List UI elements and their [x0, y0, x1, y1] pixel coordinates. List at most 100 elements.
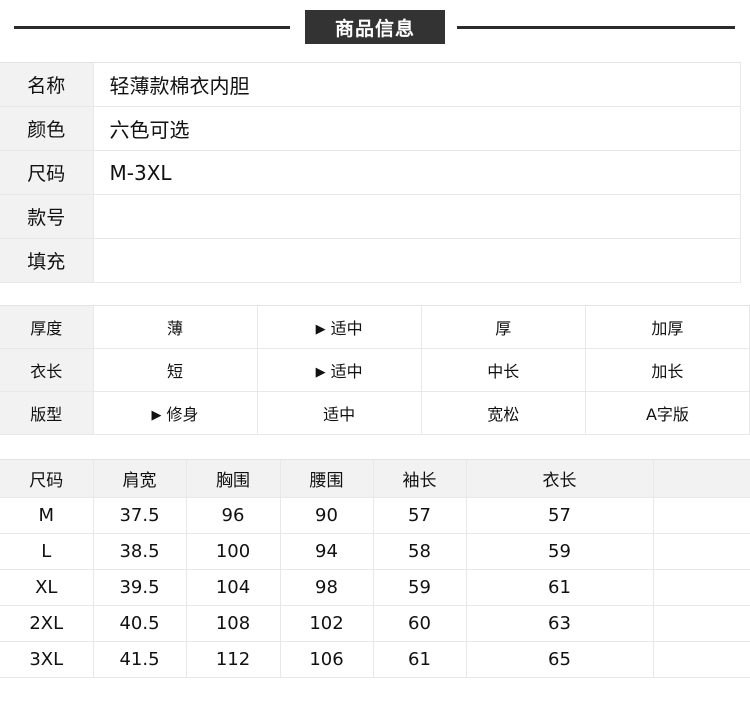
- size-chart-cell: [653, 533, 750, 570]
- attribute-option-label: 加长: [651, 362, 684, 381]
- spec-row: 颜色 六色可选: [0, 106, 741, 151]
- size-chart-header-cell: 袖长: [373, 459, 467, 498]
- attribute-option-label: 中长: [487, 362, 520, 381]
- size-chart-header-cell: 尺码: [0, 459, 94, 498]
- attribute-option-selected[interactable]: ▶ 修身: [93, 391, 258, 435]
- size-chart-cell: 61: [373, 641, 467, 678]
- size-chart-cell: 96: [186, 497, 281, 534]
- size-chart-cell: [653, 569, 750, 606]
- attribute-option[interactable]: 中长: [421, 348, 586, 392]
- banner-rule-left: [14, 26, 290, 29]
- attribute-option-label: 适中: [323, 405, 356, 424]
- size-chart-size-cell: 3XL: [0, 641, 94, 678]
- attribute-option-label: 薄: [167, 319, 184, 338]
- spec-row: 名称 轻薄款棉衣内胆: [0, 62, 741, 107]
- spec-row: 款号: [0, 194, 741, 239]
- attribute-option-label: 适中: [330, 319, 363, 338]
- attribute-option-label: 适中: [330, 362, 363, 381]
- table-row: L 38.5 100 94 58 59: [0, 533, 750, 570]
- attribute-option[interactable]: 薄: [93, 305, 258, 349]
- size-chart-header-cell: 腰围: [280, 459, 374, 498]
- section-banner: 商品信息: [0, 0, 750, 54]
- table-row: 3XL 41.5 112 106 61 65: [0, 641, 750, 678]
- size-chart-cell: [653, 641, 750, 678]
- spec-value: [93, 194, 741, 239]
- size-chart-cell: 98: [280, 569, 374, 606]
- attribute-option-selected[interactable]: ▶ 适中: [257, 305, 422, 349]
- table-row: 2XL 40.5 108 102 60 63: [0, 605, 750, 642]
- size-chart-cell: 112: [186, 641, 281, 678]
- size-chart-cell: 63: [466, 605, 654, 642]
- table-row: XL 39.5 104 98 59 61: [0, 569, 750, 606]
- attribute-label: 厚度: [0, 305, 94, 349]
- size-chart-cell: 90: [280, 497, 374, 534]
- size-chart-header-cell: 衣长: [466, 459, 654, 498]
- size-chart-size-cell: M: [0, 497, 94, 534]
- spec-label: 填充: [0, 238, 94, 283]
- attribute-option-label: 宽松: [487, 405, 520, 424]
- attribute-option-label: 修身: [166, 405, 199, 424]
- attribute-option-table: 厚度薄 ▶ 适中厚加厚 衣长短 ▶ 适中 中长 加长 版型 ▶ 修身 适中 宽松 A字版: [0, 305, 750, 435]
- section-title: 商品信息: [305, 10, 445, 44]
- attribute-label: 版型: [0, 391, 94, 435]
- size-chart-size-cell: XL: [0, 569, 94, 606]
- size-chart-header-cell: 肩宽: [93, 459, 187, 498]
- size-chart-cell: 100: [186, 533, 281, 570]
- size-chart-cell: 61: [466, 569, 654, 606]
- spec-row: 尺码 M-3XL: [0, 150, 741, 195]
- attribute-row: 厚度 薄 ▶ 适中 厚 加厚: [0, 305, 750, 349]
- spec-label: 款号: [0, 194, 94, 239]
- selected-triangle-icon: ▶: [315, 365, 326, 380]
- size-chart-cell: 59: [466, 533, 654, 570]
- table-row: M 37.5 96 90 57 57: [0, 497, 750, 534]
- spec-value: M-3XL: [93, 150, 741, 195]
- attribute-row: 衣长 短 ▶ 适中 中长 加长: [0, 348, 750, 392]
- size-chart-cell: 59: [373, 569, 467, 606]
- attribute-option[interactable]: 短: [93, 348, 258, 392]
- size-chart-cell: 106: [280, 641, 374, 678]
- attribute-option[interactable]: A字版: [585, 391, 750, 435]
- selected-triangle-icon: ▶: [315, 322, 326, 337]
- size-chart-cell: 37.5: [93, 497, 187, 534]
- attribute-option[interactable]: 加长: [585, 348, 750, 392]
- attribute-row: 版型 ▶ 修身 适中 宽松 A字版: [0, 391, 750, 435]
- size-chart-cell: 102: [280, 605, 374, 642]
- attribute-option-label: 短: [167, 362, 184, 381]
- size-chart-body: M 37.5 96 90 57 57 L 38.5 100 94 58 59 XL 39.5 104 98 59…: [0, 497, 750, 678]
- attribute-option-label: 加厚: [651, 319, 684, 338]
- selected-triangle-icon: ▶: [151, 408, 162, 423]
- size-chart-cell: 108: [186, 605, 281, 642]
- product-spec-table: 名称 轻薄款棉衣内胆 颜色 六色可选 尺码 M-3XL 款号 填充: [0, 62, 741, 283]
- spec-value: [93, 238, 741, 283]
- size-chart-header-row: 尺码 肩宽 胸围 腰围 袖长 衣长: [0, 459, 750, 498]
- spec-label: 颜色: [0, 106, 94, 151]
- spec-label: 尺码: [0, 150, 94, 195]
- size-chart-cell: 94: [280, 533, 374, 570]
- size-chart-size-cell: 2XL: [0, 605, 94, 642]
- attribute-option-body: 厚度薄 ▶ 适中厚加厚 衣长短 ▶ 适中 中长 加长 版型 ▶ 修身 适中 宽松 A字版: [0, 305, 750, 435]
- size-chart-cell: 104: [186, 569, 281, 606]
- attribute-option[interactable]: 适中: [257, 391, 422, 435]
- size-chart-size-cell: L: [0, 533, 94, 570]
- size-chart-header-cell: 胸围: [186, 459, 281, 498]
- size-chart-cell: [653, 497, 750, 534]
- banner-rule-right: [457, 26, 735, 29]
- attribute-option[interactable]: 宽松: [421, 391, 586, 435]
- attribute-option-label: A字版: [645, 405, 689, 424]
- attribute-label: 衣长: [0, 348, 94, 392]
- attribute-option-label: 厚: [495, 319, 512, 338]
- size-chart-cell: 38.5: [93, 533, 187, 570]
- attribute-option-selected[interactable]: ▶ 适中: [257, 348, 422, 392]
- product-spec-body: 名称 轻薄款棉衣内胆 颜色 六色可选 尺码 M-3XL 款号 填充: [0, 62, 741, 283]
- attribute-option[interactable]: 厚: [421, 305, 586, 349]
- size-chart-cell: 39.5: [93, 569, 187, 606]
- size-chart-header-cell: [653, 459, 750, 498]
- size-chart-cell: 41.5: [93, 641, 187, 678]
- size-chart-cell: 65: [466, 641, 654, 678]
- spec-value: 六色可选: [93, 106, 741, 151]
- size-chart-cell: 57: [373, 497, 467, 534]
- attribute-option[interactable]: 加厚: [585, 305, 750, 349]
- size-chart-cell: 60: [373, 605, 467, 642]
- size-chart-table: 尺码 肩宽 胸围 腰围 袖长 衣长 M 37.5 96 90 57 57 L 38.5 100 94 58 59…: [0, 459, 750, 678]
- size-chart-head: 尺码 肩宽 胸围 腰围 袖长 衣长: [0, 459, 750, 498]
